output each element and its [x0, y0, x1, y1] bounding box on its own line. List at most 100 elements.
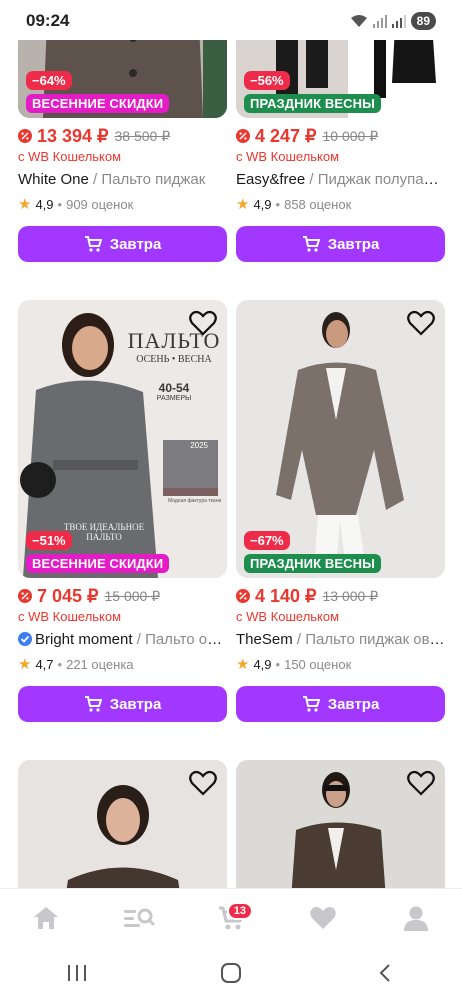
brand-name: Easy&free	[236, 171, 306, 188]
product-title[interactable]: Easy&free / Пиджак полупальто	[236, 171, 445, 188]
nav-home[interactable]	[26, 898, 66, 938]
product-title[interactable]: TheSem / Пальто пиджак оверсайз	[236, 631, 445, 648]
nav-profile[interactable]	[396, 898, 436, 938]
fabric-label: Модная фактура ткани	[168, 498, 221, 504]
product-card[interactable]: −67% ПРАЗДНИК ВЕСНЫ 4 140 ₽ 13 000 ₽ с W…	[236, 300, 445, 722]
product-image[interactable]: −67% ПРАЗДНИК ВЕСНЫ	[236, 300, 445, 578]
wallet-label: с WB Кошельком	[236, 609, 340, 624]
reviews-count: 858 оценок	[284, 196, 352, 212]
heart-icon[interactable]	[407, 310, 435, 336]
recent-apps-icon[interactable]	[66, 963, 88, 983]
rating-value: 4,9	[35, 196, 54, 212]
star-icon: ★	[236, 196, 250, 213]
coat-title-overlay: ПАЛЬТО ОСЕНЬ • ВЕСНА 40-54 РАЗМЕРЫ	[126, 328, 222, 402]
signal-icon	[372, 15, 387, 28]
delivery-label: Завтра	[327, 695, 380, 713]
add-to-cart-button[interactable]: Завтра	[236, 226, 445, 262]
reviews-count: 221 оценка	[66, 656, 134, 672]
rating-row: ★ 4,7 • 221 оценка	[18, 656, 134, 673]
cart-icon	[84, 696, 102, 712]
heart-icon[interactable]	[189, 310, 217, 336]
rating-value: 4,9	[253, 656, 272, 672]
discount-badge: −51%	[26, 531, 72, 550]
price-old: 38 500 ₽	[114, 127, 171, 144]
add-to-cart-button[interactable]: Завтра	[236, 686, 445, 722]
discount-badge: −56%	[244, 71, 290, 90]
home-icon	[34, 906, 59, 929]
price-row: 7 045 ₽ 15 000 ₽	[18, 586, 227, 606]
wallet-label: с WB Кошельком	[18, 609, 122, 624]
system-navigation	[0, 946, 462, 1000]
price-current: 13 394 ₽	[37, 125, 109, 146]
product-image[interactable]	[236, 760, 445, 888]
wallet-label: с WB Кошельком	[236, 149, 340, 164]
heart-icon[interactable]	[189, 770, 217, 796]
wallet-discount-icon	[236, 589, 250, 603]
cart-count-badge: 13	[226, 901, 253, 920]
reviews-count: 909 оценок	[66, 196, 134, 212]
price-current: 4 247 ₽	[255, 125, 317, 146]
home-button-icon[interactable]	[220, 962, 242, 984]
price-old: 15 000 ₽	[104, 587, 161, 604]
bottom-navigation: 13	[0, 888, 462, 946]
year-label: 2025	[190, 441, 208, 450]
wallet-discount-icon	[18, 129, 32, 143]
product-name: Пальто пиджак	[101, 171, 206, 188]
product-title[interactable]: Bright moment / Пальто осень весна	[18, 631, 227, 648]
heart-icon[interactable]	[407, 770, 435, 796]
product-card[interactable]	[18, 760, 227, 888]
nav-favorites[interactable]	[303, 898, 343, 938]
signal-icon-2	[391, 15, 406, 28]
nav-catalog[interactable]	[119, 898, 159, 938]
promo-badge: ПРАЗДНИК ВЕСНЫ	[244, 554, 381, 573]
wifi-icon	[350, 15, 367, 27]
nav-cart[interactable]: 13	[211, 898, 253, 938]
wallet-label: с WB Кошельком	[18, 149, 122, 164]
status-icons: 89	[350, 12, 436, 30]
product-image[interactable]	[18, 760, 227, 888]
price-row: 13 394 ₽ 38 500 ₽	[18, 126, 227, 146]
favorites-icon	[310, 906, 337, 929]
overlay-sizes-label: РАЗМЕРЫ	[156, 395, 192, 402]
price-current: 4 140 ₽	[255, 585, 317, 606]
verified-icon	[18, 632, 32, 646]
product-name: Пиджак полупальто	[317, 171, 445, 188]
price-old: 13 000 ₽	[322, 587, 379, 604]
back-icon[interactable]	[374, 962, 396, 984]
delivery-label: Завтра	[109, 235, 162, 253]
status-bar: 09:24 89	[0, 0, 462, 40]
product-title[interactable]: White One / Пальто пиджак	[18, 171, 227, 188]
price-current: 7 045 ₽	[37, 585, 99, 606]
product-card[interactable]: 2025 Модная фактура ткани ПАЛЬТО ОСЕНЬ •…	[18, 300, 227, 722]
product-feed[interactable]: −64% ВЕСЕННИЕ СКИДКИ 13 394 ₽ 38 500 ₽ с…	[0, 0, 462, 888]
star-icon: ★	[18, 196, 32, 213]
battery-icon: 89	[410, 12, 436, 30]
brand-name: Bright moment	[35, 631, 133, 648]
promo-badge: ВЕСЕННИЕ СКИДКИ	[26, 94, 170, 113]
product-card[interactable]	[236, 760, 445, 888]
product-name: Пальто осень весна	[145, 631, 227, 648]
product-name: Пальто пиджак оверсайз	[305, 631, 445, 648]
rating-value: 4,9	[253, 196, 272, 212]
add-to-cart-button[interactable]: Завтра	[18, 226, 227, 262]
cart-icon	[302, 696, 320, 712]
discount-badge: −67%	[244, 531, 290, 550]
brand-name: White One	[18, 171, 89, 188]
discount-badge: −64%	[26, 71, 72, 90]
delivery-label: Завтра	[327, 235, 380, 253]
overlay-sizes: 40-54	[158, 381, 190, 395]
delivery-label: Завтра	[109, 695, 162, 713]
cart-icon	[302, 236, 320, 252]
brand-name: TheSem	[236, 631, 293, 648]
catalog-search-icon	[123, 908, 155, 927]
rating-row: ★ 4,9 • 858 оценок	[236, 196, 352, 213]
promo-badge: ПРАЗДНИК ВЕСНЫ	[244, 94, 381, 113]
promo-badge: ВЕСЕННИЕ СКИДКИ	[26, 554, 170, 573]
star-icon: ★	[18, 656, 32, 673]
product-image[interactable]: 2025 Модная фактура ткани ПАЛЬТО ОСЕНЬ •…	[18, 300, 227, 578]
add-to-cart-button[interactable]: Завтра	[18, 686, 227, 722]
price-old: 10 000 ₽	[322, 127, 379, 144]
wallet-discount-icon	[236, 129, 250, 143]
star-icon: ★	[236, 656, 250, 673]
wallet-discount-icon	[18, 589, 32, 603]
